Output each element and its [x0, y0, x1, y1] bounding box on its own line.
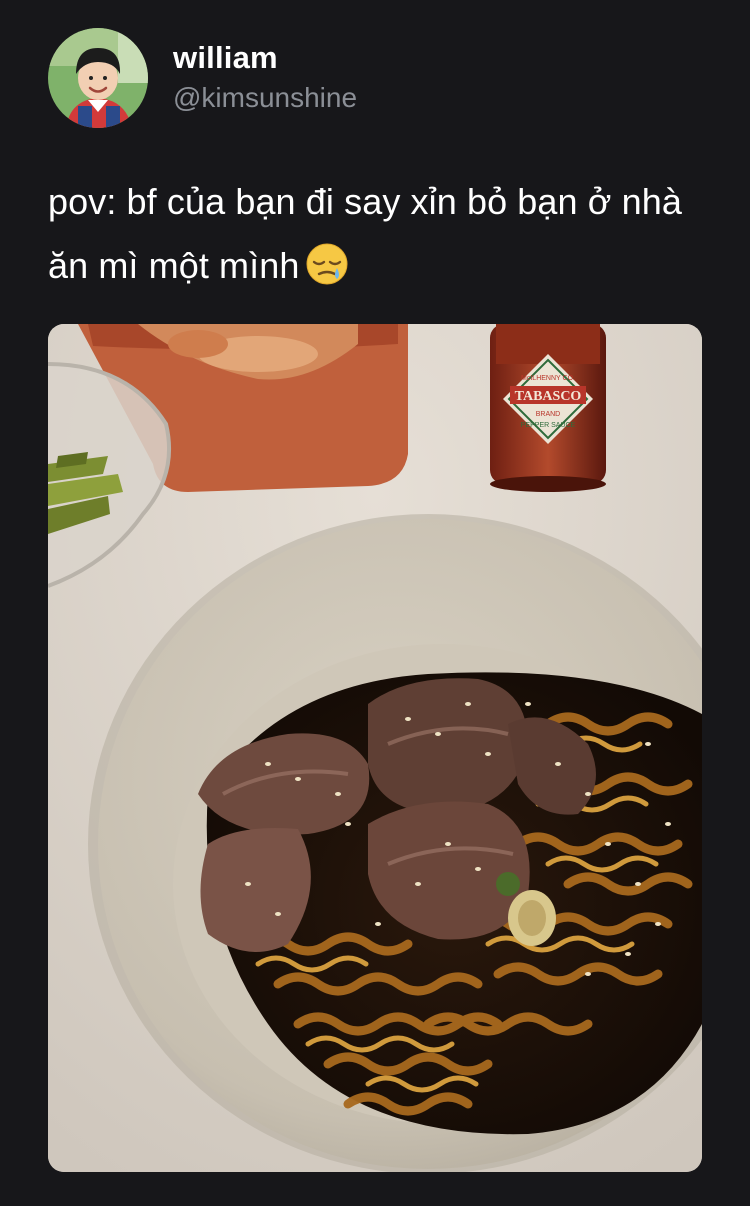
- tweet-text: pov: bf của bạn đi say xỉn bỏ bạn ở nhà …: [48, 170, 718, 306]
- avatar-image: [48, 28, 148, 128]
- author-handle[interactable]: @kimsunshine: [173, 82, 357, 114]
- tweet-photo[interactable]: TABASCO McILHENNY CO. BRAND PEPPER SAUCE: [48, 324, 702, 1172]
- tweet-card: william @kimsunshine pov: bf của bạn đi …: [0, 0, 750, 1206]
- author-avatar[interactable]: [48, 28, 148, 128]
- tabasco-bottle: TABASCO McILHENNY CO. BRAND PEPPER SAUCE: [490, 324, 606, 492]
- bottle-product-label: PEPPER SAUCE: [521, 422, 576, 429]
- tweet-text-content: pov: bf của bạn đi say xỉn bỏ bạn ở nhà …: [48, 181, 682, 286]
- bottle-maker-label: McILHENNY CO.: [521, 375, 575, 382]
- author-display-name[interactable]: william: [173, 40, 278, 76]
- noodle-photo: TABASCO McILHENNY CO. BRAND PEPPER SAUCE: [48, 324, 702, 1172]
- sleepy-face-emoji-icon: [305, 242, 349, 306]
- bottle-brand-label: TABASCO: [515, 389, 582, 404]
- bottle-sub-label: BRAND: [536, 411, 561, 418]
